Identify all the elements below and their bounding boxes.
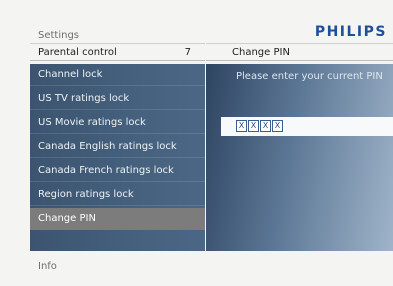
menu-item-region-ratings-lock[interactable]: Region ratings lock [30, 184, 205, 206]
menu-item-canada-french-ratings-lock[interactable]: Canada French ratings lock [30, 160, 205, 182]
menu-item-channel-lock[interactable]: Channel lock [30, 64, 205, 86]
pin-digit[interactable]: X [260, 120, 271, 132]
pin-prompt: Please enter your current PIN [236, 71, 383, 82]
right-panel-header: Change PIN [206, 43, 393, 61]
info-label: Info [38, 261, 57, 272]
menu-item-us-movie-ratings-lock[interactable]: US Movie ratings lock [30, 112, 205, 134]
left-panel-title: Parental control [38, 47, 117, 58]
parental-control-menu: Channel lock US TV ratings lock US Movie… [30, 64, 205, 251]
philips-logo: PHILIPS [314, 24, 387, 40]
pin-input[interactable]: X X X X [236, 120, 284, 132]
menu-item-us-tv-ratings-lock[interactable]: US TV ratings lock [30, 88, 205, 110]
menu-item-change-pin[interactable]: Change PIN [30, 208, 205, 230]
pin-digit[interactable]: X [236, 120, 247, 132]
pin-digit[interactable]: X [272, 120, 283, 132]
menu-item-canada-english-ratings-lock[interactable]: Canada English ratings lock [30, 136, 205, 158]
settings-title: Settings [38, 30, 80, 41]
right-panel-title: Change PIN [232, 47, 290, 58]
left-panel-number: 7 [184, 47, 191, 58]
left-panel-header: Parental control 7 [30, 43, 205, 61]
change-pin-panel: Please enter your current PIN [206, 64, 393, 251]
pin-digit[interactable]: X [248, 120, 259, 132]
